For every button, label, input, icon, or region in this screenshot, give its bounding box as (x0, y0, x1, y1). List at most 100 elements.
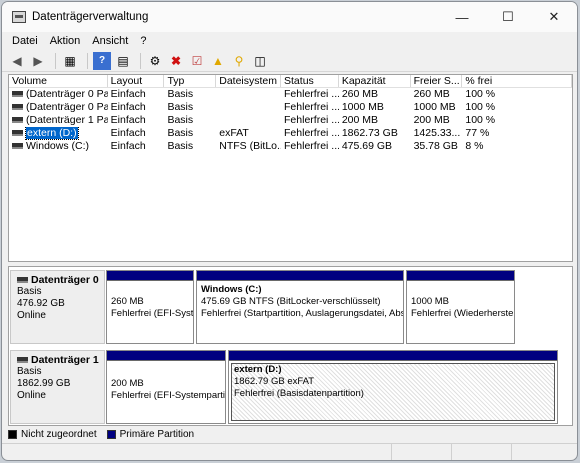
status-segment (452, 444, 512, 460)
view-icon[interactable]: ◫ (251, 52, 269, 70)
partition[interactable]: 260 MB Fehlerfrei (EFI-Systempartition) (106, 270, 194, 344)
partition-status: Fehlerfrei (Startpartition, Auslagerungs… (201, 308, 403, 319)
disk-management-icon (12, 11, 26, 23)
check-icon[interactable]: ☑ (188, 52, 206, 70)
toolbar: ◀ ▶ ▦ ? ▤ ⚙ ✖ ☑ ▲ ⚲ ◫ (2, 50, 577, 72)
capacity-cell: 1862.73 GB (341, 127, 398, 139)
disk-row: Datenträger 1 Basis 1862.99 GB Online 20… (9, 350, 572, 424)
percent-free-cell: 100 % (465, 101, 496, 113)
volume-cell: (Datenträger 0 Par... (9, 88, 108, 101)
window-title: Datenträgerverwaltung (32, 11, 149, 23)
disk-name-label: Datenträger 0 (31, 274, 99, 286)
table-row[interactable]: Windows (C:) Einfach Basis NTFS (BitLo..… (9, 140, 572, 153)
percent-free-cell: 100 % (465, 114, 496, 126)
open-folder-icon[interactable]: ▲ (209, 52, 227, 70)
partition-size: 1000 MB (411, 296, 450, 307)
minimize-button[interactable]: — (439, 2, 485, 32)
disk-name-label: Datenträger 1 (31, 354, 99, 366)
volume-cell: (Datenträger 0 Par... (9, 101, 108, 114)
partition-title: extern (D:) (234, 364, 282, 375)
free-space-cell: 1000 MB (413, 101, 456, 113)
volume-list-header: Volume Layout Typ Dateisystem Status Kap… (9, 75, 572, 88)
maximize-button[interactable]: ☐ (485, 2, 531, 32)
free-space-cell: 260 MB (413, 88, 450, 100)
free-space-cell: 35.78 GB (413, 140, 458, 152)
disk-info-panel[interactable]: Datenträger 1 Basis 1862.99 GB Online (10, 350, 105, 424)
search-folder-icon[interactable]: ⚲ (230, 52, 248, 70)
disk-type: Basis (17, 366, 42, 377)
table-row[interactable]: (Datenträger 0 Par... Einfach Basis Fehl… (9, 88, 572, 101)
console-tree-icon[interactable]: ▦ (61, 52, 79, 70)
table-row[interactable]: (Datenträger 0 Par... Einfach Basis Fehl… (9, 101, 572, 114)
status-cell: Fehlerfrei ... (284, 101, 339, 113)
forward-arrow-icon[interactable]: ▶ (29, 52, 47, 70)
filesystem-cell: exFAT (219, 127, 249, 139)
partition-bar (197, 271, 403, 281)
status-bar (2, 443, 577, 460)
partition-selected[interactable]: extern (D:) 1862.79 GB exFAT Fehlerfrei … (228, 350, 558, 424)
menu-action[interactable]: Aktion (44, 35, 87, 47)
column-header-volume[interactable]: Volume (9, 75, 108, 87)
free-space-cell: 1425.33... (413, 127, 461, 139)
volume-name: extern (D:) (25, 127, 79, 140)
connect-disk-icon[interactable]: ⚙ (146, 52, 164, 70)
status-cell: Fehlerfrei ... (284, 88, 339, 100)
menu-help[interactable]: ? (134, 35, 152, 47)
percent-free-cell: 100 % (465, 88, 496, 100)
type-cell: Basis (167, 127, 194, 139)
disk-status: Online (17, 310, 46, 321)
partition-bar (229, 351, 557, 361)
disk-management-window: Datenträgerverwaltung — ☐ ✕ Datei Aktion… (1, 1, 578, 461)
status-cell: Fehlerfrei ... (284, 140, 339, 152)
help-icon[interactable]: ? (93, 51, 111, 70)
column-header-free-space[interactable]: Freier S... (411, 75, 463, 87)
disk-info-panel[interactable]: Datenträger 0 Basis 476.92 GB Online (10, 270, 105, 344)
partition-status: Fehlerfrei (Wiederherstellungspartition) (411, 308, 514, 319)
table-row[interactable]: (Datenträger 1 Par... Einfach Basis Fehl… (9, 114, 572, 127)
menu-file[interactable]: Datei (6, 35, 44, 47)
percent-free-cell: 77 % (465, 127, 490, 139)
free-space-cell: 200 MB (413, 114, 450, 126)
toolbar-separator (55, 52, 56, 69)
partition-text: 200 MB Fehlerfrei (EFI-Systempartition) (107, 361, 225, 402)
filesystem-cell (216, 101, 281, 114)
menu-bar: Datei Aktion Ansicht ? (2, 32, 577, 50)
partition-size: 260 MB (111, 296, 144, 307)
disk-name: Datenträger 1 (17, 354, 104, 366)
table-row[interactable]: extern (D:) Einfach Basis exFAT Fehlerfr… (9, 127, 572, 140)
partition[interactable]: Windows (C:) 475.69 GB NTFS (BitLocker-v… (196, 270, 404, 344)
volume-name: (Datenträger 0 Par... (26, 101, 108, 113)
column-header-layout[interactable]: Layout (108, 75, 165, 87)
title-bar: Datenträgerverwaltung — ☐ ✕ (2, 2, 577, 32)
menu-view[interactable]: Ansicht (86, 35, 134, 47)
column-header-type[interactable]: Typ (164, 75, 217, 87)
disk-type: Basis (17, 286, 42, 297)
partition-bar (107, 271, 193, 281)
volume-cell: Windows (C:) (9, 140, 108, 153)
type-cell: Basis (167, 88, 194, 100)
column-header-status[interactable]: Status (281, 75, 339, 87)
column-header-filesystem[interactable]: Dateisystem (216, 75, 282, 87)
type-cell: Basis (167, 114, 194, 126)
volume-cell: (Datenträger 1 Par... (9, 114, 108, 127)
partition-bar (407, 271, 514, 281)
delete-icon[interactable]: ✖ (167, 52, 185, 70)
partition-status: Fehlerfrei (EFI-Systempartition) (111, 308, 193, 319)
legend-primary-partition: Primäre Partition (119, 428, 195, 440)
layout-cell: Einfach (110, 140, 146, 152)
status-cell: Fehlerfrei ... (284, 127, 339, 139)
column-header-percent-free[interactable]: % frei (462, 75, 572, 87)
partition[interactable]: 1000 MB Fehlerfrei (Wiederherstellungspa… (406, 270, 515, 344)
column-header-capacity[interactable]: Kapazität (339, 75, 411, 87)
volume-cell: extern (D:) (9, 127, 108, 140)
toolbar-separator (140, 52, 141, 69)
back-arrow-icon[interactable]: ◀ (8, 52, 26, 70)
partition[interactable]: 200 MB Fehlerfrei (EFI-Systempartition) (106, 350, 226, 424)
legend-unallocated: Nicht zugeordnet (21, 428, 97, 440)
percent-free-cell: 8 % (465, 140, 484, 152)
close-button[interactable]: ✕ (531, 2, 577, 32)
unallocated-swatch (8, 429, 17, 439)
properties-icon[interactable]: ▤ (114, 52, 132, 70)
partition-size: 1862.79 GB exFAT (234, 376, 315, 387)
disk-size: 1862.99 GB (17, 378, 71, 389)
